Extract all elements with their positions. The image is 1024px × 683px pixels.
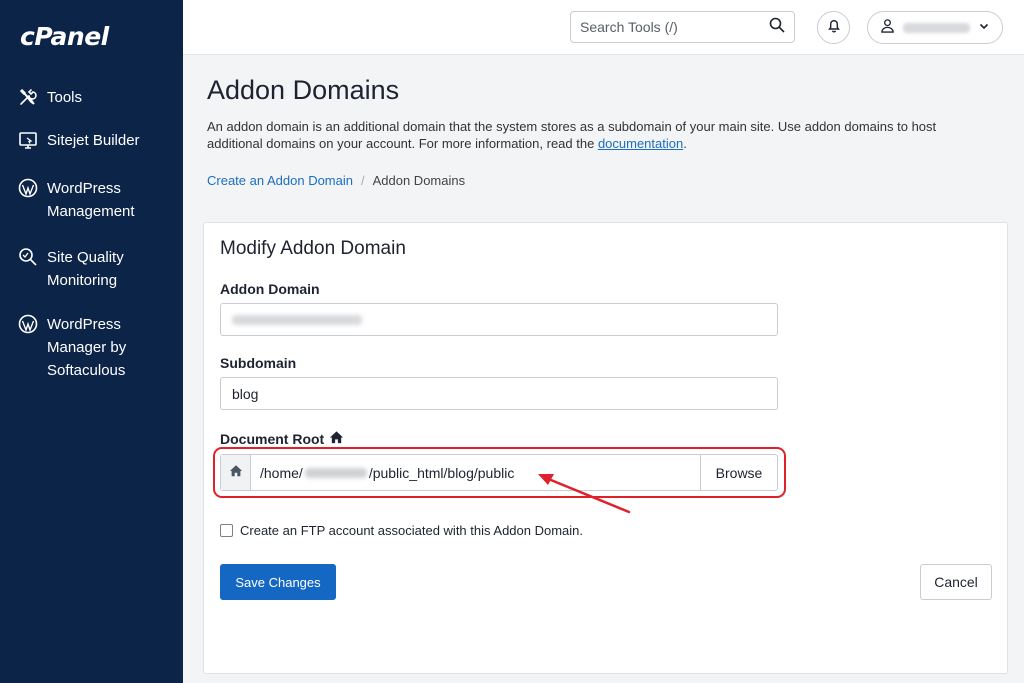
document-root-suffix: /public_html/blog/public (368, 464, 515, 481)
sidebar-item-label: Site Quality Monitoring (47, 249, 124, 289)
sidebar: cPanel Tools Sitejet Builder WordPress M… (0, 0, 183, 683)
sitejet-icon (18, 130, 38, 150)
sidebar-item-wordpress-manager-softaculous[interactable]: WordPress Manager by Softaculous (18, 313, 157, 382)
modify-addon-domain-panel: Modify Addon Domain Addon Domain Subdoma… (203, 222, 1008, 674)
addon-domain-redacted-value (232, 314, 362, 325)
breadcrumb: Create an Addon Domain / Addon Domains (207, 173, 465, 188)
ftp-account-option[interactable]: Create an FTP account associated with th… (220, 523, 583, 538)
breadcrumb-separator: / (360, 173, 365, 188)
document-root-field[interactable]: /home/ /public_html/blog/public (251, 455, 700, 490)
document-root-home-addon (221, 455, 251, 490)
cancel-button[interactable]: Cancel (920, 564, 992, 600)
subdomain-field[interactable]: blog (220, 377, 778, 410)
notifications-button[interactable] (817, 11, 850, 44)
sidebar-item-label: Tools (47, 89, 83, 106)
search-icon[interactable] (769, 17, 785, 38)
user-icon (880, 18, 895, 38)
home-icon (229, 464, 243, 482)
cpanel-logo[interactable]: cPanel (20, 22, 109, 51)
sidebar-item-label: WordPress Manager by Softaculous (47, 316, 127, 379)
document-root-label-row: Document Root (220, 430, 344, 447)
sidebar-item-label: Sitejet Builder (47, 132, 140, 149)
tools-icon (18, 87, 38, 107)
document-root-prefix: /home/ (260, 464, 303, 481)
browse-button[interactable]: Browse (700, 455, 777, 490)
page-description: An addon domain is an additional domain … (207, 119, 937, 151)
user-menu[interactable] (867, 11, 1003, 44)
username-redacted (903, 22, 970, 33)
document-root-username-redacted (304, 467, 367, 478)
subdomain-label: Subdomain (220, 355, 297, 371)
save-changes-button[interactable]: Save Changes (220, 564, 336, 600)
sidebar-item-wordpress-management[interactable]: WordPress Management (18, 177, 157, 223)
search-placeholder: Search Tools (/) (580, 19, 678, 35)
addon-domain-field[interactable] (220, 303, 778, 336)
chevron-down-icon (978, 19, 990, 37)
breadcrumb-create-addon-domain[interactable]: Create an Addon Domain (207, 173, 353, 188)
sidebar-item-tools[interactable]: Tools (18, 86, 157, 109)
site-quality-icon (18, 247, 38, 267)
document-root-label: Document Root (220, 430, 325, 447)
page-title: Addon Domains (207, 75, 400, 105)
sidebar-item-label: WordPress Management (47, 180, 135, 220)
home-icon (329, 430, 344, 447)
sidebar-item-site-quality[interactable]: Site Quality Monitoring (18, 246, 157, 292)
top-header: Search Tools (/) (183, 0, 1024, 55)
search-input[interactable]: Search Tools (/) (570, 11, 795, 43)
ftp-account-checkbox[interactable] (220, 524, 233, 537)
wordpress-icon (18, 314, 38, 334)
wordpress-icon (18, 178, 38, 198)
main-content: Addon Domains An addon domain is an addi… (183, 55, 1024, 683)
addon-domain-label: Addon Domain (220, 281, 320, 297)
bell-icon (826, 17, 842, 38)
documentation-link[interactable]: documentation (598, 136, 683, 151)
panel-title: Modify Addon Domain (220, 238, 406, 259)
document-root-input-group: /home/ /public_html/blog/public Browse (220, 454, 778, 491)
ftp-account-label: Create an FTP account associated with th… (240, 523, 584, 538)
sidebar-item-sitejet[interactable]: Sitejet Builder (18, 129, 157, 152)
breadcrumb-current: Addon Domains (372, 173, 466, 188)
